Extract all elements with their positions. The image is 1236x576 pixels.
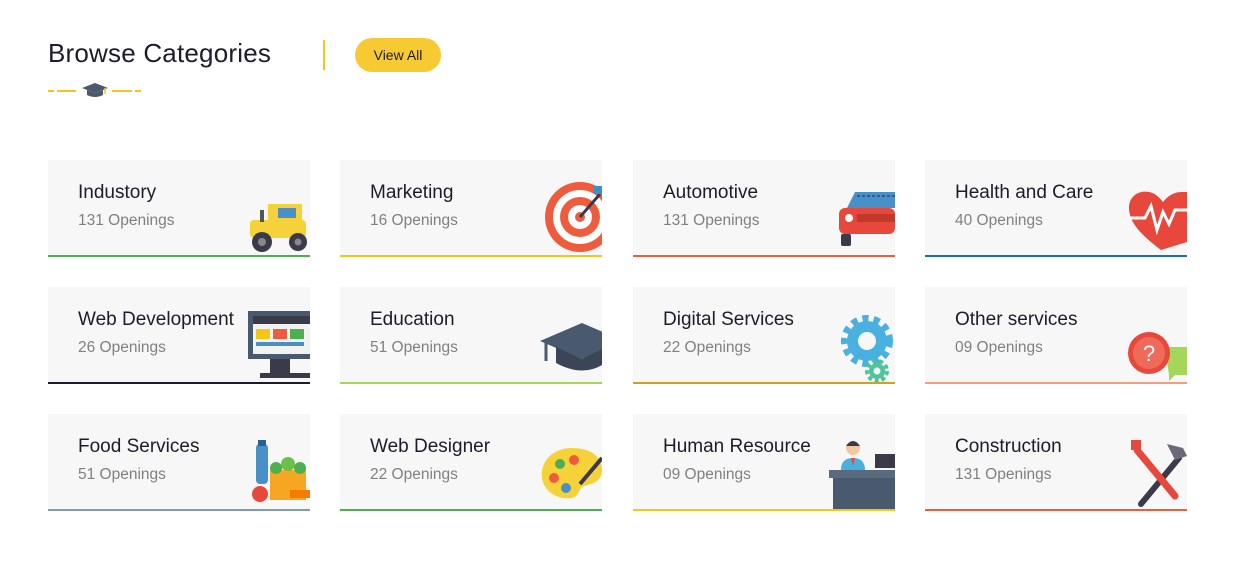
category-accent-bar <box>340 382 602 384</box>
category-name: Construction <box>955 436 1062 457</box>
category-name: Other services <box>955 309 1078 330</box>
category-name: Industory <box>78 182 157 203</box>
category-card-marketing[interactable]: Marketing 16 Openings <box>340 160 602 257</box>
section-header: Browse Categories View All <box>48 30 648 100</box>
category-card-food-services[interactable]: Food Services 51 Openings <box>48 414 310 511</box>
category-openings: 09 Openings <box>663 466 751 483</box>
graduation-cap-icon <box>532 307 602 384</box>
category-accent-bar <box>48 255 310 257</box>
category-name: Education <box>370 309 455 330</box>
category-card-web-development[interactable]: Web Development 26 Openings <box>48 287 310 384</box>
car-icon <box>825 180 895 257</box>
category-accent-bar <box>633 509 895 511</box>
category-openings: 131 Openings <box>663 212 760 229</box>
graduation-cap-divider-icon <box>48 83 141 97</box>
hammer-wrench-icon <box>1117 434 1187 511</box>
category-accent-bar <box>340 509 602 511</box>
category-name: Marketing <box>370 182 454 203</box>
category-accent-bar <box>340 255 602 257</box>
category-name: Food Services <box>78 436 200 457</box>
category-name: Health and Care <box>955 182 1094 203</box>
heart-pulse-icon <box>1117 180 1187 257</box>
category-openings: 40 Openings <box>955 212 1043 229</box>
question-bubble-icon: ? <box>1117 307 1187 384</box>
category-accent-bar <box>48 509 310 511</box>
category-card-digital-services[interactable]: Digital Services 22 Openings <box>633 287 895 384</box>
category-card-automotive[interactable]: Automotive 131 Openings <box>633 160 895 257</box>
view-all-button[interactable]: View All <box>355 38 441 72</box>
category-openings: 16 Openings <box>370 212 458 229</box>
category-card-construction[interactable]: Construction 131 Openings <box>925 414 1187 511</box>
category-openings: 51 Openings <box>78 466 166 483</box>
page-title: Browse Categories <box>48 38 272 68</box>
category-openings: 26 Openings <box>78 339 166 356</box>
groceries-icon <box>240 434 310 511</box>
category-name: Web Designer <box>370 436 491 457</box>
target-icon <box>532 180 602 257</box>
category-accent-bar <box>925 509 1187 511</box>
category-name: Web Development <box>78 309 234 330</box>
category-card-web-designer[interactable]: Web Designer 22 Openings <box>340 414 602 511</box>
category-accent-bar <box>925 382 1187 384</box>
category-accent-bar <box>48 382 310 384</box>
category-accent-bar <box>925 255 1187 257</box>
category-name: Human Resource <box>663 436 811 457</box>
category-openings: 131 Openings <box>78 212 175 229</box>
category-card-education[interactable]: Education 51 Openings <box>340 287 602 384</box>
gears-icon <box>825 307 895 384</box>
category-card-health-and-care[interactable]: Health and Care 40 Openings <box>925 160 1187 257</box>
bulldozer-icon <box>240 180 310 257</box>
category-openings: 51 Openings <box>370 339 458 356</box>
category-accent-bar <box>633 382 895 384</box>
palette-icon <box>532 434 602 511</box>
category-card-human-resource[interactable]: Human Resource 09 Openings <box>633 414 895 511</box>
category-openings: 131 Openings <box>955 466 1052 483</box>
category-card-industory[interactable]: Industory 131 Openings <box>48 160 310 257</box>
category-accent-bar <box>633 255 895 257</box>
category-openings: 22 Openings <box>663 339 751 356</box>
category-openings: 09 Openings <box>955 339 1043 356</box>
category-card-other-services[interactable]: ? Other services 09 Openings <box>925 287 1187 384</box>
category-name: Automotive <box>663 182 759 203</box>
title-divider <box>323 40 325 70</box>
receptionist-icon <box>825 434 895 511</box>
svg-text:?: ? <box>1143 341 1155 366</box>
category-name: Digital Services <box>663 309 794 330</box>
category-openings: 22 Openings <box>370 466 458 483</box>
monitor-icon <box>240 307 310 384</box>
